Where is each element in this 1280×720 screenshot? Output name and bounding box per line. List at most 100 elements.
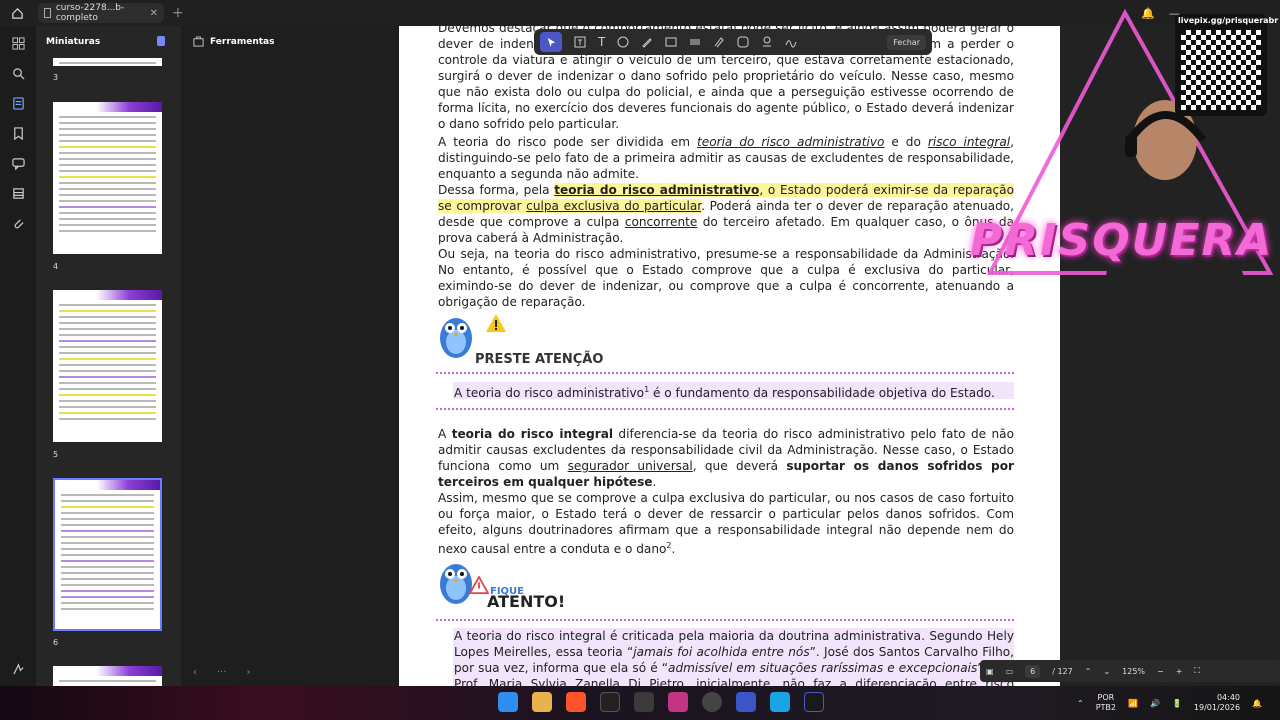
select-tool-button[interactable] [540, 32, 562, 52]
streamer-brand: PRISQUERA [970, 215, 1274, 266]
cursor-icon [547, 37, 555, 47]
attachments-button[interactable] [0, 208, 36, 238]
highlighter-icon[interactable] [713, 36, 725, 48]
page-down-icon[interactable]: ⌄ [1103, 667, 1110, 676]
app-icon-3[interactable] [770, 692, 790, 712]
taskbar: ⌃ POR PTB2 📶 🔊 🔋 04:40 19/01/2026 🔔 [0, 686, 1280, 720]
pdf-reader-icon[interactable] [804, 692, 824, 712]
zoom-out-icon[interactable]: − [1157, 667, 1164, 676]
close-tab-icon[interactable]: ✕ [150, 8, 158, 19]
document-page: Devemos destacar que o comportamento est… [399, 26, 1060, 686]
document-tab-title: curso-2278...b-completo [55, 3, 125, 23]
start-icon[interactable] [498, 692, 518, 712]
page-current-input[interactable]: 6 [1025, 664, 1041, 678]
clock[interactable]: 04:40 19/01/2026 [1194, 693, 1240, 713]
notifications-icon[interactable]: 🔔 [1252, 699, 1262, 708]
rectangle-icon[interactable] [665, 36, 677, 48]
qr-code-icon [1181, 30, 1261, 110]
phone-link-icon[interactable] [634, 692, 654, 712]
page-up-icon[interactable]: ⌃ [1085, 667, 1092, 676]
app-icon-2[interactable] [736, 692, 756, 712]
close-toolbar-button[interactable]: Fechar [887, 34, 926, 50]
divider [436, 372, 1014, 374]
owl-mascot-icon [440, 318, 472, 358]
document-icon [44, 8, 51, 18]
language-indicator[interactable]: POR PTB2 [1096, 693, 1116, 713]
network-icon[interactable]: 📶 [1128, 699, 1138, 708]
thumbnails-button[interactable] [0, 88, 36, 118]
stamp-icon[interactable] [761, 36, 773, 48]
prev-arrow-icon[interactable]: ‹ [193, 667, 197, 678]
text-tool-icon[interactable]: T [598, 35, 605, 49]
new-tab-icon[interactable]: + [172, 5, 184, 21]
terminal-icon[interactable] [600, 692, 620, 712]
thumbnail-page-6[interactable] [53, 478, 162, 631]
paragraph-2: A teoria do risco pode ser dividida em t… [438, 135, 1015, 181]
layers-icon [12, 187, 24, 199]
comments-button[interactable] [0, 148, 36, 178]
paragraph-6: Assim, mesmo que se comprove a culpa exc… [438, 491, 1014, 557]
battery-icon[interactable]: 🔋 [1172, 699, 1182, 708]
thumbnail-page-3[interactable] [53, 58, 162, 66]
alert-icon [469, 576, 489, 594]
signature-icon[interactable] [785, 36, 797, 48]
page-number-4: 4 [53, 262, 59, 271]
callout-1-text: A teoria do risco administrativo1 é o fu… [454, 385, 995, 401]
brave-browser-icon[interactable] [566, 692, 586, 712]
paragraph-4: Ou seja, na teoria do risco administrati… [438, 247, 1014, 309]
volume-icon[interactable]: 🔊 [1150, 699, 1160, 708]
strikethrough-icon[interactable] [689, 36, 701, 48]
sign-button[interactable] [0, 654, 36, 684]
page-total: / 127 [1052, 666, 1073, 676]
fullscreen-icon[interactable]: ⛶ [1194, 666, 1200, 676]
paragraph-3: Dessa forma, pela teoria do risco admini… [438, 183, 1015, 245]
home-icon [11, 7, 23, 19]
thumbnail-page-5[interactable] [53, 290, 162, 442]
thumbnails-panel: Miniaturas 3 4 5 6 [36, 26, 181, 686]
more-icon[interactable]: ··· [217, 667, 227, 678]
grid-icon [11, 36, 25, 50]
comment-icon [11, 157, 25, 170]
zoom-in-icon[interactable]: + [1176, 667, 1183, 676]
qr-url-label: livepix.gg/prisquerabr [1178, 16, 1279, 25]
fit-page-icon[interactable]: ▣ [986, 667, 994, 676]
pages-icon [12, 96, 24, 110]
search-button[interactable] [0, 58, 36, 88]
warning-icon [486, 314, 506, 332]
zoom-level[interactable]: 125% [1122, 667, 1145, 676]
tools-header[interactable]: Ferramentas [193, 36, 274, 47]
thumbnail-page-4[interactable] [53, 102, 162, 254]
annotation-toolbar: T Fechar [534, 29, 932, 55]
callout-2-text: A teoria do risco integral é criticada p… [454, 629, 1014, 686]
apps-button[interactable] [0, 28, 36, 58]
callout-title-atento: ATENTO! [487, 592, 566, 611]
chevron-up-icon[interactable]: ⌃ [1077, 699, 1084, 708]
bookmarks-button[interactable] [0, 118, 36, 148]
document-tab[interactable]: curso-2278...b-completo ✕ [38, 3, 164, 23]
obs-icon[interactable] [702, 692, 722, 712]
system-tray: ⌃ POR PTB2 📶 🔊 🔋 04:40 19/01/2026 🔔 [1077, 686, 1280, 720]
page-number-3: 3 [53, 73, 59, 82]
tools-panel: Ferramentas ‹ ··· › [181, 26, 399, 686]
page-number-6: 6 [53, 638, 59, 647]
comment-icon[interactable] [617, 36, 629, 48]
toolbox-icon [193, 36, 204, 47]
layers-button[interactable] [0, 178, 36, 208]
file-explorer-icon[interactable] [532, 692, 552, 712]
next-arrow-icon[interactable]: › [247, 667, 251, 678]
pin-icon[interactable] [157, 36, 165, 46]
app-icon[interactable] [668, 692, 688, 712]
signature-icon [12, 662, 24, 674]
pen-icon[interactable] [641, 36, 653, 48]
search-icon [12, 67, 24, 79]
sticker-icon[interactable] [737, 36, 749, 48]
thumbnail-page-7[interactable] [53, 666, 162, 686]
divider [436, 619, 1014, 621]
home-button[interactable] [0, 0, 34, 26]
tools-title: Ferramentas [210, 36, 275, 47]
callout-title-attention: PRESTE ATENÇÃO [475, 352, 604, 367]
presentation-icon[interactable]: ▭ [1006, 667, 1014, 676]
bookmark-icon [13, 126, 23, 140]
text-box-icon[interactable] [574, 36, 586, 48]
divider [436, 408, 1014, 410]
